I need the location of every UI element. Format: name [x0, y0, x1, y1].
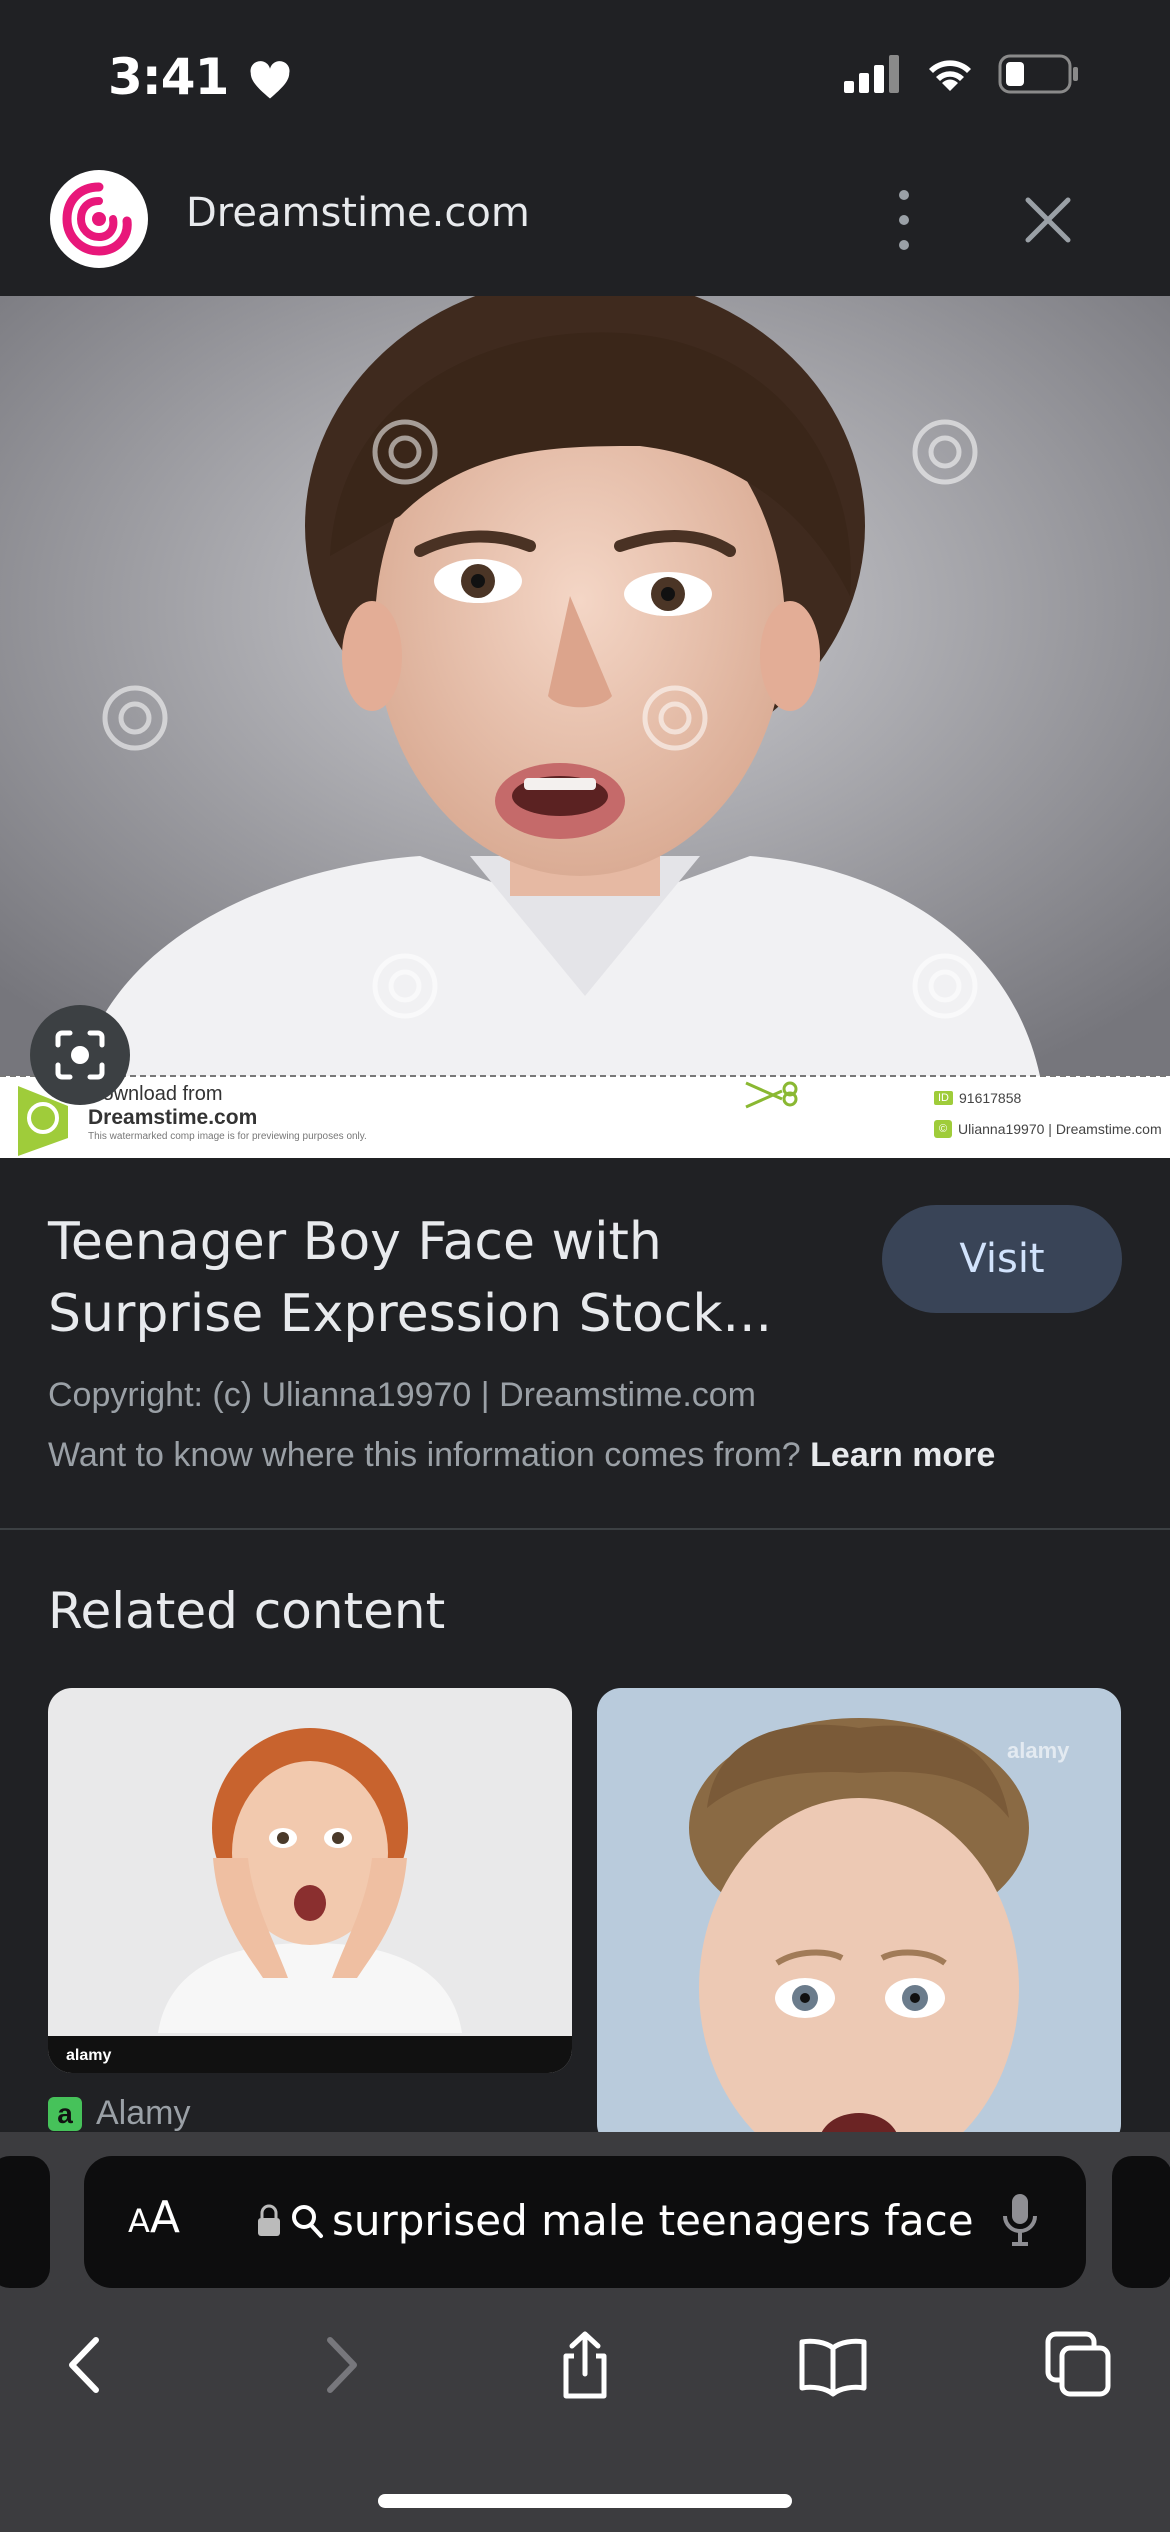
credit-text: Ulianna19970 | Dreamstime.com	[958, 1121, 1162, 1137]
related-thumbnail-2[interactable]: alamy	[597, 1688, 1121, 2148]
related-source-1-label: Alamy	[96, 2094, 191, 2132]
divider	[0, 1528, 1170, 1530]
preview-image[interactable]	[0, 296, 1170, 1158]
lock-icon	[258, 2204, 280, 2236]
status-time-text: 3:41	[108, 48, 229, 106]
image-id-row: ID 91617858	[934, 1090, 1021, 1106]
related-thumbnail-1[interactable]: alamy	[48, 1688, 572, 2073]
id-value: 91617858	[959, 1090, 1022, 1106]
scissors-icon	[745, 1081, 798, 1109]
visit-button[interactable]: Visit	[882, 1205, 1122, 1313]
heart-icon	[250, 60, 290, 98]
disclaimer-text: This watermarked comp image is for previ…	[88, 1131, 367, 1142]
brand-text: Dreamstime.com	[88, 1106, 258, 1129]
back-icon[interactable]	[52, 2330, 122, 2400]
image-credit-row: © Ulianna19970 | Dreamstime.com	[934, 1120, 1162, 1138]
cellular-signal-icon	[844, 55, 899, 93]
close-icon[interactable]	[1020, 192, 1076, 248]
lens-icon	[55, 1030, 105, 1080]
copyright-icon: ©	[934, 1120, 952, 1138]
forward-icon[interactable]	[304, 2330, 374, 2400]
dreamstime-logo-icon	[62, 182, 132, 256]
next-tab-peek[interactable]	[1112, 2156, 1170, 2288]
status-time: 3:41	[108, 48, 291, 106]
address-query[interactable]: surprised male teenagers face	[256, 2196, 974, 2245]
text-size-button[interactable]: AA	[128, 2192, 180, 2243]
microphone-icon[interactable]	[1000, 2190, 1040, 2250]
info-source-row: Want to know where this information come…	[48, 1436, 995, 1475]
download-from-text: Download from	[88, 1083, 223, 1105]
alamy-logo-icon: a	[48, 2096, 82, 2131]
home-indicator[interactable]	[378, 2494, 792, 2508]
tabs-icon[interactable]	[1044, 2330, 1114, 2400]
related-source-1: a Alamy	[48, 2094, 190, 2133]
related-heading: Related content	[48, 1582, 446, 1640]
wifi-icon	[929, 60, 971, 91]
site-favicon	[50, 170, 148, 268]
copyright-text: Copyright: (c) Ulianna19970 | Dreamstime…	[48, 1376, 756, 1414]
id-badge: ID	[934, 1091, 953, 1105]
image-footer-download: Download from Dreamstime.com This waterm…	[88, 1082, 367, 1144]
result-title[interactable]: Teenager Boy Face with Surprise Expressi…	[48, 1206, 848, 1350]
site-name[interactable]: Dreamstime.com	[186, 190, 530, 236]
previous-tab-peek[interactable]	[0, 2156, 50, 2288]
battery-icon	[998, 54, 1078, 94]
lens-search-button[interactable]	[30, 1005, 130, 1105]
status-icons	[844, 54, 1080, 94]
info-question: Want to know where this information come…	[48, 1436, 801, 1474]
more-options-icon[interactable]	[880, 190, 928, 250]
share-icon[interactable]	[550, 2330, 620, 2400]
search-icon	[292, 2204, 323, 2238]
alamy-watermark-2: alamy	[1007, 1738, 1070, 1763]
bookmarks-icon[interactable]	[798, 2330, 868, 2400]
learn-more-link[interactable]: Learn more	[810, 1436, 995, 1474]
query-text: surprised male teenagers face	[332, 2196, 974, 2245]
alamy-watermark: alamy	[66, 2047, 111, 2064]
